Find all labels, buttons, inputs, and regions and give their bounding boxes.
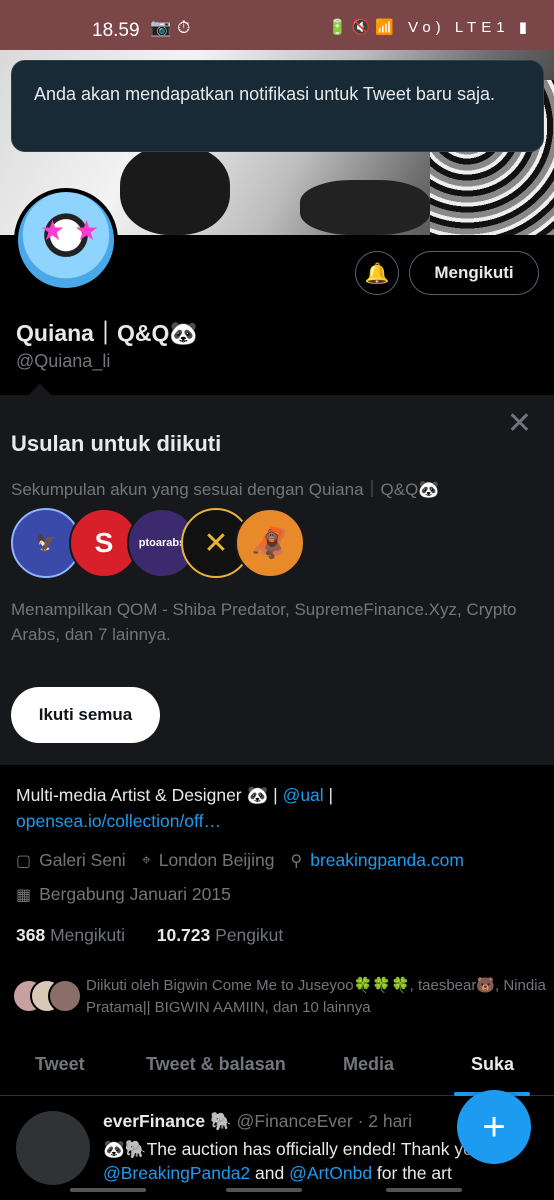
display-name: Quiana｜Q&Q🐼 bbox=[16, 320, 198, 346]
suggested-avatar[interactable]: 🦧 bbox=[235, 508, 305, 578]
bell-icon: 🔔 bbox=[364, 262, 390, 285]
followers-stat[interactable]: 10.723 Pengikut bbox=[157, 925, 284, 945]
followed-by-text: Diikuti oleh Bigwin Come Me to Juseyoo🍀🍀… bbox=[86, 977, 546, 1016]
banner-figure bbox=[120, 145, 230, 235]
banner-figure bbox=[300, 180, 430, 235]
suggestions-panel: ✕ Usulan untuk diikuti Sekumpulan akun y… bbox=[0, 383, 554, 765]
status-system-icons: 🔋🔇📶 Vo) LTE1 ▮ bbox=[327, 19, 532, 36]
profile-joined: Bergabung Januari 2015 bbox=[39, 884, 231, 904]
status-time: 18.59 bbox=[92, 20, 140, 41]
suggestions-title: Usulan untuk diikuti bbox=[11, 431, 222, 456]
tweet-time: · 2 hari bbox=[357, 1111, 413, 1131]
suggestions-description: Menampilkan QOM - Shiba Predator, Suprem… bbox=[11, 600, 517, 644]
notification-bell-button[interactable]: 🔔 bbox=[355, 251, 399, 295]
user-handle: @Quiana_li bbox=[16, 351, 111, 371]
tab-likes[interactable]: Suka bbox=[471, 1054, 514, 1075]
notification-toast: Anda akan mendapatkan notifikasi untuk T… bbox=[11, 60, 544, 152]
follow-all-button[interactable]: Ikuti semua bbox=[11, 687, 160, 743]
tab-tweets[interactable]: Tweet bbox=[35, 1054, 85, 1075]
status-notification-icons: 📷⏱ bbox=[150, 18, 197, 37]
nav-gesture-segment bbox=[386, 1188, 462, 1192]
bio-url-link[interactable]: opensea.io/collection/off… bbox=[16, 811, 221, 831]
profile-joined-row: ▦ Bergabung Januari 2015 bbox=[16, 884, 231, 905]
star-eye-icon: ★ bbox=[74, 215, 100, 246]
calendar-icon: ▦ bbox=[16, 886, 32, 904]
tweet-mention-link[interactable]: @ArtOnbd bbox=[289, 1163, 372, 1183]
suggested-avatars[interactable]: 🦅 S ptoarabs ✕ 🦧 bbox=[11, 508, 311, 580]
status-bar: 18.59 📷⏱ 🔋🔇📶 Vo) LTE1 ▮ bbox=[0, 0, 554, 50]
plus-icon: + bbox=[482, 1104, 506, 1149]
close-icon[interactable]: ✕ bbox=[507, 409, 532, 439]
profile-category: Galeri Seni bbox=[39, 850, 126, 870]
profile-bio: Multi-media Artist & Designer 🐼 | @ual |… bbox=[16, 782, 536, 834]
tab-tweets-replies[interactable]: Tweet & balasan bbox=[146, 1054, 286, 1075]
tab-media[interactable]: Media bbox=[343, 1054, 394, 1075]
location-pin-icon: ⌖ bbox=[141, 851, 151, 869]
tweet-mention-link[interactable]: @BreakingPanda2 bbox=[103, 1163, 250, 1183]
profile-location: London Beijing bbox=[158, 850, 275, 870]
bio-mention-link[interactable]: @ual bbox=[283, 785, 324, 805]
gesture-navigation-bar bbox=[0, 1188, 554, 1196]
briefcase-icon: ▢ bbox=[16, 852, 32, 870]
profile-tabs: Tweet Tweet & balasan Media Suka bbox=[0, 1040, 554, 1096]
following-stat[interactable]: 368 Mengikuti bbox=[16, 925, 125, 945]
star-eye-icon: ★ bbox=[40, 215, 66, 246]
link-icon: ⚲ bbox=[290, 852, 303, 870]
tweet-author-handle: @FinanceEver bbox=[236, 1111, 353, 1131]
bio-separator: | bbox=[323, 785, 334, 805]
follow-stats: 368 Mengikuti 10.723 Pengikut bbox=[16, 925, 283, 946]
avatar[interactable]: ★ ★ bbox=[14, 188, 118, 292]
following-button[interactable]: Mengikuti bbox=[409, 251, 539, 295]
suggestions-subtitle: Sekumpulan akun yang sesuai dengan Quian… bbox=[11, 480, 440, 499]
follower-avatar bbox=[48, 979, 82, 1013]
tweet-author-name[interactable]: everFinance 🐘 bbox=[103, 1111, 232, 1131]
compose-tweet-button[interactable]: + bbox=[457, 1090, 531, 1164]
toast-text: Anda akan mendapatkan notifikasi untuk T… bbox=[34, 84, 495, 104]
bio-text: Multi-media Artist & Designer 🐼 | bbox=[16, 785, 283, 805]
tweet-header: everFinance 🐘 @FinanceEver · 2 hari bbox=[103, 1111, 412, 1132]
profile-meta-row: ▢ Galeri Seni ⌖ London Beijing ⚲ breakin… bbox=[16, 850, 464, 871]
tweet-author-avatar[interactable] bbox=[16, 1111, 90, 1185]
followed-by[interactable]: Diikuti oleh Bigwin Come Me to Juseyoo🍀🍀… bbox=[12, 975, 546, 1025]
nav-gesture-segment bbox=[226, 1188, 302, 1192]
nav-gesture-segment bbox=[70, 1188, 146, 1192]
profile-website-link[interactable]: breakingpanda.com bbox=[310, 850, 464, 871]
